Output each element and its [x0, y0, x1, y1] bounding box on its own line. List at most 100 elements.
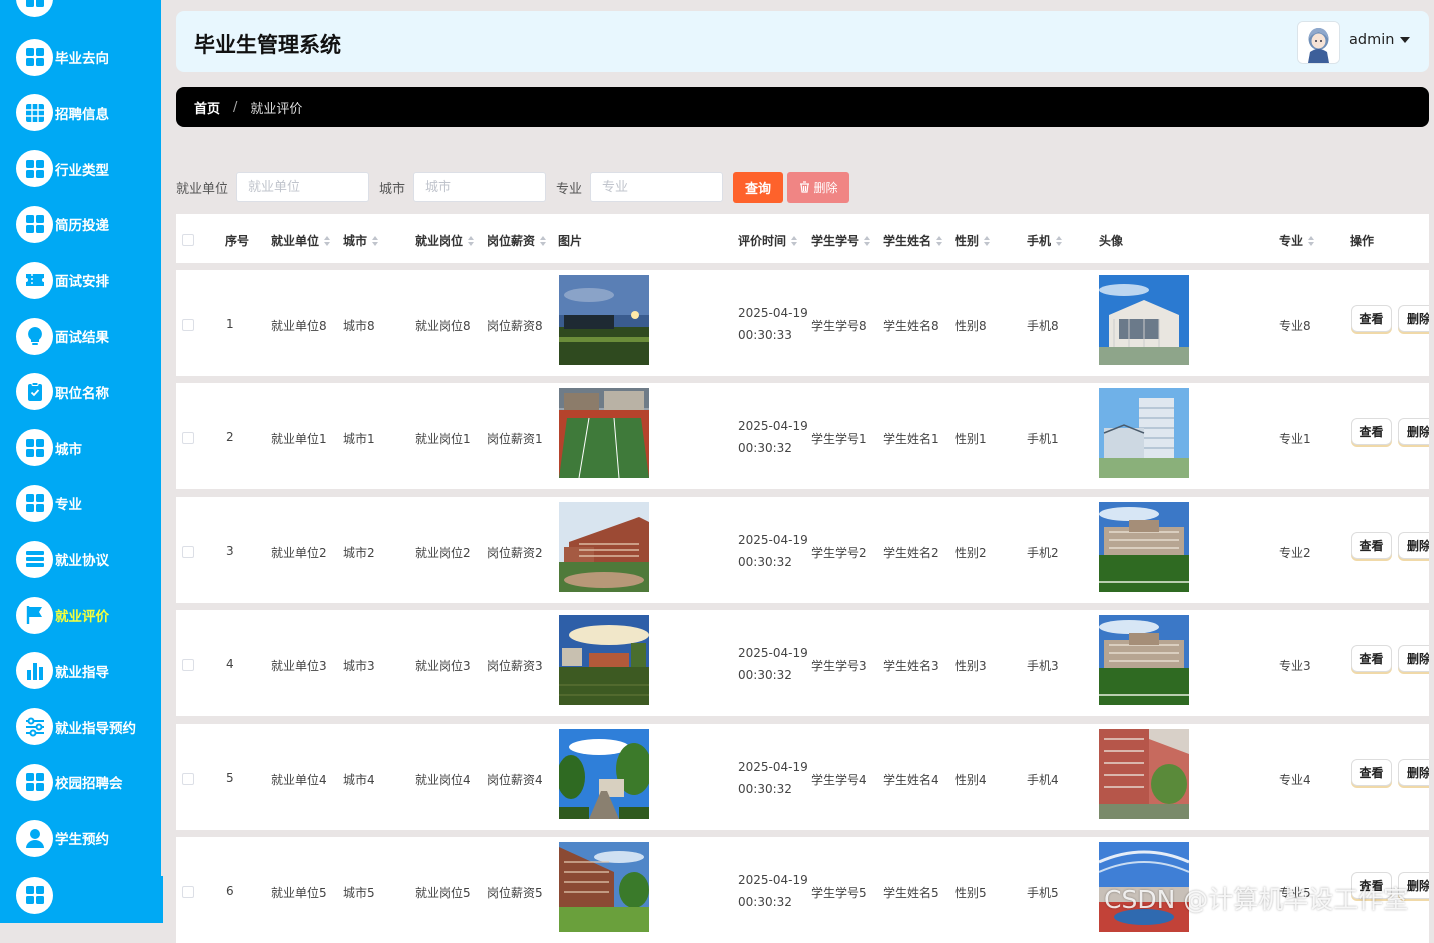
- row-checkbox[interactable]: [182, 886, 194, 898]
- sidebar-item-cropped[interactable]: [16, 0, 161, 18]
- user-avatar[interactable]: [1297, 21, 1340, 64]
- bar-chart-icon: [16, 652, 53, 690]
- sort-icon[interactable]: [791, 235, 798, 246]
- sidebar-item-9[interactable]: 专业: [16, 483, 161, 523]
- col-post[interactable]: 就业岗位: [415, 232, 475, 249]
- sidebar-item-label: 校园招聘会: [55, 776, 123, 793]
- grid-icon: [16, 150, 53, 188]
- sort-icon[interactable]: [984, 235, 991, 246]
- row-checkbox[interactable]: [182, 432, 194, 445]
- unit-search-input[interactable]: [236, 172, 370, 202]
- cell-gender: 性别5: [955, 886, 987, 900]
- grid-icon: [16, 484, 53, 522]
- breadcrumb-home[interactable]: 首页: [194, 98, 220, 117]
- sidebar-item-11[interactable]: 就业评价: [16, 595, 161, 635]
- brick-building-photo[interactable]: [559, 501, 649, 592]
- col-city[interactable]: 城市: [343, 232, 379, 249]
- row-checkbox[interactable]: [182, 659, 194, 672]
- cell-major: 专业8: [1279, 319, 1311, 333]
- cell-time: 00:30:32: [738, 668, 792, 683]
- sidebar-item-cropped-bottom[interactable]: [16, 875, 161, 915]
- col-student-name[interactable]: 学生姓名: [883, 232, 943, 249]
- view-button[interactable]: 查看: [1351, 531, 1392, 559]
- sliders-icon: [16, 708, 53, 746]
- view-button[interactable]: 查看: [1351, 418, 1392, 446]
- sidebar-item-3[interactable]: 行业类型: [16, 149, 161, 189]
- cell-major: 专业1: [1279, 432, 1311, 447]
- sort-icon[interactable]: [540, 235, 547, 246]
- delete-button[interactable]: 删除: [1398, 418, 1429, 446]
- city-search-input[interactable]: [413, 172, 547, 202]
- col-phone[interactable]: 手机: [1027, 232, 1063, 249]
- view-button[interactable]: 查看: [1351, 305, 1392, 332]
- sidebar-item-7[interactable]: 职位名称: [16, 372, 161, 412]
- delete-button[interactable]: 删除: [1398, 305, 1429, 332]
- sort-icon[interactable]: [1308, 235, 1315, 246]
- sidebar-item-1[interactable]: 毕业去向: [16, 37, 161, 77]
- caret-down-icon: [1400, 37, 1411, 43]
- col-salary[interactable]: 岗位薪资: [487, 232, 547, 249]
- sidebar-item-12[interactable]: 就业指导: [16, 651, 161, 691]
- cell-date: 2025-04-19: [738, 306, 808, 320]
- building-photo[interactable]: [1099, 275, 1189, 365]
- campus-dusk-photo[interactable]: [559, 275, 649, 365]
- cell-index: 3: [226, 543, 234, 558]
- delete-button[interactable]: 删除: [1398, 758, 1429, 786]
- cell-phone: 手机8: [1027, 319, 1059, 333]
- view-button[interactable]: 查看: [1351, 645, 1392, 673]
- dorm-lawn-photo[interactable]: [559, 842, 649, 932]
- select-all-checkbox[interactable]: [182, 234, 194, 246]
- office-building-photo[interactable]: [1099, 388, 1189, 479]
- table-row[interactable]: 3 就业单位2 城市2 就业岗位2 岗位薪资2 2025-04-19 00:30:32 学生学…: [176, 496, 1429, 603]
- campus-lawn-photo[interactable]: [1099, 615, 1189, 706]
- sidebar-item-8[interactable]: 城市: [16, 428, 161, 468]
- col-student-no[interactable]: 学生学号: [811, 232, 871, 249]
- cell-unit: 就业单位5: [271, 886, 327, 900]
- sidebar-item-4[interactable]: 简历投递: [16, 204, 161, 244]
- flag-icon: [16, 596, 53, 634]
- col-unit[interactable]: 就业单位: [271, 232, 331, 249]
- table-row[interactable]: 2 就业单位1 城市1 就业岗位1 岗位薪资1 2025-04-19 00:30:32 学生学…: [176, 383, 1429, 490]
- cell-unit: 就业单位4: [271, 772, 327, 787]
- sort-icon[interactable]: [372, 235, 379, 246]
- sort-icon[interactable]: [468, 235, 475, 246]
- table-row[interactable]: 1 就业单位8 城市8 就业岗位8 岗位薪资8 2025-04-19 00:30:33 学生学…: [176, 270, 1429, 376]
- cell-unit: 就业单位8: [271, 319, 327, 333]
- batch-delete-button[interactable]: 删除: [787, 171, 850, 203]
- table-row[interactable]: 5 就业单位4 城市4 就业岗位4 岗位薪资4 2025-04-19 00:30:32 学生学…: [176, 723, 1429, 830]
- red-building-photo[interactable]: [1099, 728, 1189, 819]
- sort-icon[interactable]: [936, 235, 943, 246]
- field-sunset-photo[interactable]: [559, 615, 649, 706]
- sidebar-item-10[interactable]: 就业协议: [16, 539, 161, 579]
- sidebar-item-15[interactable]: 学生预约: [16, 818, 161, 858]
- sidebar-item-6[interactable]: 面试结果: [16, 316, 161, 356]
- user-menu[interactable]: admin: [1349, 32, 1411, 48]
- view-button[interactable]: 查看: [1351, 758, 1392, 786]
- sort-icon[interactable]: [1056, 235, 1063, 246]
- row-checkbox[interactable]: [182, 545, 194, 558]
- delete-button[interactable]: 删除: [1398, 531, 1429, 559]
- col-time[interactable]: 评价时间: [738, 232, 798, 249]
- col-major[interactable]: 专业: [1279, 232, 1315, 249]
- cell-phone: 手机1: [1027, 432, 1059, 447]
- table-row[interactable]: 4 就业单位3 城市3 就业岗位3 岗位薪资3 2025-04-19 00:30:32 学生学…: [176, 610, 1429, 717]
- sort-icon[interactable]: [324, 235, 331, 246]
- campus-lawn-photo[interactable]: [1099, 501, 1189, 592]
- cell-date: 2025-04-19: [738, 759, 808, 774]
- sidebar-item-14[interactable]: 校园招聘会: [16, 762, 161, 802]
- row-checkbox[interactable]: [182, 319, 194, 331]
- delete-button[interactable]: 删除: [1398, 645, 1429, 673]
- sidebar-item-label: 学生预约: [55, 832, 109, 849]
- sidebar-item-13[interactable]: 就业指导预约: [16, 707, 161, 747]
- sort-icon[interactable]: [864, 235, 871, 246]
- sports-field-photo[interactable]: [559, 388, 649, 479]
- tree-road-photo[interactable]: [557, 728, 652, 819]
- search-button[interactable]: 查询: [733, 171, 784, 203]
- row-checkbox[interactable]: [182, 772, 194, 785]
- sidebar-item-2[interactable]: 招聘信息: [16, 93, 161, 133]
- major-search-input[interactable]: [590, 172, 724, 202]
- cell-major: 专业3: [1279, 659, 1311, 674]
- sidebar-item-5[interactable]: 面试安排: [16, 260, 161, 300]
- cell-unit: 就业单位1: [271, 432, 327, 447]
- col-gender[interactable]: 性别: [955, 232, 991, 249]
